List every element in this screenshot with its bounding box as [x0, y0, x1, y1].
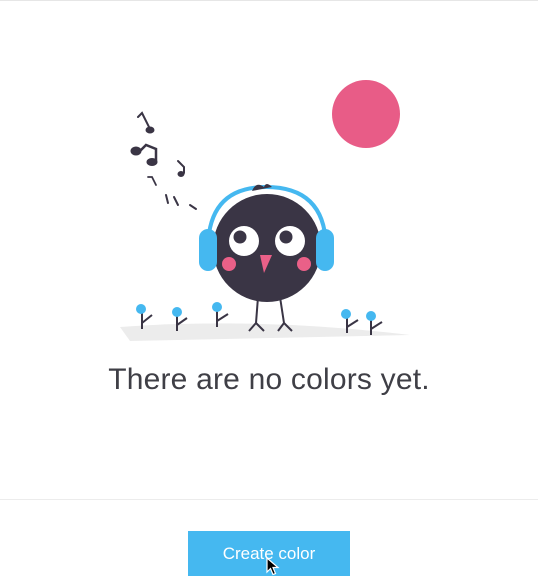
app-window: There are no colors yet. Create color	[0, 0, 538, 580]
create-color-button[interactable]: Create color	[188, 531, 350, 576]
sun-icon	[332, 80, 400, 148]
music-notes-icon	[130, 111, 197, 210]
empty-state-illustration	[120, 80, 410, 341]
empty-state-message: There are no colors yet.	[108, 363, 430, 396]
footer-divider	[0, 499, 538, 500]
ground-shadow	[120, 323, 410, 341]
